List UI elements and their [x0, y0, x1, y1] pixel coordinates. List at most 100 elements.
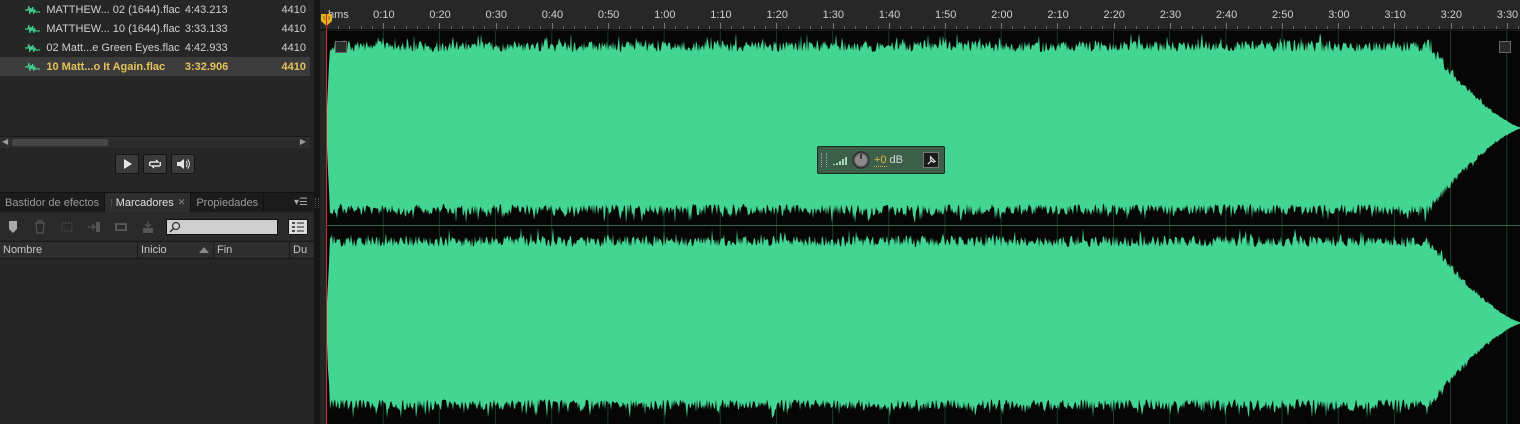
ruler-tick-label: 2:10: [1047, 9, 1069, 21]
ruler-tick-mark: [439, 23, 441, 29]
ruler-minor-tick: [1214, 26, 1216, 29]
tab-label: Propiedades: [196, 196, 259, 209]
loop-button[interactable]: [143, 154, 167, 174]
ruler-minor-tick: [753, 26, 755, 29]
ruler-tick-mark: [832, 23, 834, 29]
preview-transport: [0, 148, 310, 180]
play-button[interactable]: [115, 154, 139, 174]
ruler-tick-label: 2:20: [1103, 9, 1125, 21]
ruler-minor-tick: [798, 26, 800, 29]
delete-marker-button[interactable]: [29, 219, 51, 235]
ruler-tick-label: 1:50: [934, 9, 957, 21]
column-header-duration[interactable]: Du: [290, 242, 314, 258]
sort-ascending-icon: [199, 247, 209, 253]
ruler-tick-label: 0:50: [597, 9, 620, 21]
ruler-minor-tick: [652, 26, 654, 29]
ruler-minor-tick: [821, 26, 823, 29]
ruler-tick-mark: [776, 23, 778, 29]
ruler-minor-tick: [967, 26, 969, 29]
ruler-tick-label: 1:30: [822, 9, 845, 21]
ruler-minor-tick: [1461, 26, 1463, 29]
ruler-minor-tick: [686, 26, 688, 29]
merge-markers-button[interactable]: [56, 219, 78, 235]
ruler-tick-mark: [720, 23, 722, 29]
insert-in-playlist-button[interactable]: [83, 219, 105, 235]
speaker-icon: [177, 159, 190, 169]
ruler-minor-tick: [765, 26, 767, 29]
file-row[interactable]: MATTHEW... 10 (1644).flac 3:33.133 4410: [0, 19, 310, 38]
search-icon: [169, 221, 181, 233]
markers-search-box[interactable]: [166, 218, 278, 235]
pin-hud-button[interactable]: [923, 152, 940, 168]
files-list: MATTHEW... 02 (1644).flac 4:43.213 4410 …: [0, 0, 314, 136]
ruler-tick-label: 0:20: [429, 9, 451, 21]
ruler-minor-tick: [1248, 26, 1250, 29]
ruler-minor-tick: [731, 26, 733, 29]
file-row-selected[interactable]: 10 Matt...o It Again.flac 3:32.906 4410: [0, 57, 310, 76]
autoplay-button[interactable]: [171, 154, 195, 174]
waveform-channel-left: [326, 33, 1520, 223]
file-duration: 3:33.133: [184, 22, 228, 35]
volume-knob[interactable]: [852, 151, 870, 169]
waveform-display[interactable]: +0 dB: [326, 31, 1520, 424]
ruler-minor-tick: [484, 26, 486, 29]
time-ruler[interactable]: hms 0:10 0:20 0:30 0:40 0:50 1:00 1:10 1:20 1:30…: [320, 0, 1520, 30]
export-range-button[interactable]: [110, 219, 132, 235]
hud-grip-icon[interactable]: [821, 153, 827, 167]
tab-close-icon[interactable]: ✕: [178, 197, 186, 208]
file-sample-rate: 4410: [281, 41, 306, 54]
ruler-minor-tick: [810, 26, 812, 29]
file-row[interactable]: 02 Matt...e Green Eyes.flac 4:42.933 441…: [0, 38, 310, 57]
ruler-minor-tick: [585, 26, 587, 29]
tab-properties[interactable]: Propiedades: [191, 193, 265, 212]
scroll-right-arrow-icon[interactable]: ▶: [300, 137, 306, 146]
ruler-tick-label: 2:40: [1215, 9, 1238, 21]
ruler-minor-tick: [1102, 26, 1104, 29]
ruler-minor-tick: [1484, 26, 1486, 29]
tab-grip-icon: ⁞: [110, 197, 113, 208]
file-name: MATTHEW... 10 (1644).flac: [46, 22, 181, 35]
column-header-start[interactable]: Inicio: [138, 242, 214, 258]
files-horizontal-scrollbar[interactable]: ◀ ▶: [0, 136, 310, 148]
file-row[interactable]: MATTHEW... 02 (1644).flac 4:43.213 4410: [0, 0, 310, 19]
ruler-tick-label: 3:20: [1440, 9, 1463, 21]
ruler-minor-tick: [1259, 26, 1261, 29]
batch-icon: [143, 220, 153, 233]
ruler-minor-tick: [1158, 26, 1160, 29]
ruler-tick-mark: [944, 23, 946, 29]
file-name: 10 Matt...o It Again.flac: [46, 60, 166, 73]
channel-divider: [326, 225, 1520, 226]
ruler-minor-tick: [394, 26, 396, 29]
volume-unit: dB: [889, 154, 904, 166]
add-marker-button[interactable]: [2, 219, 24, 235]
waveform-canvas: [326, 31, 1520, 424]
marker-icon: [9, 220, 17, 233]
ruler-tick-mark: [664, 23, 666, 29]
ruler-minor-tick: [900, 26, 902, 29]
tab-markers[interactable]: ⁞ Marcadores ✕: [105, 193, 192, 212]
ruler-tick-mark: [1225, 23, 1227, 29]
ruler-minor-tick: [371, 26, 373, 29]
scroll-left-arrow-icon[interactable]: ◀: [2, 137, 8, 146]
volume-value[interactable]: +0: [874, 154, 887, 167]
ruler-tick-mark: [1113, 23, 1115, 29]
filter-options-button[interactable]: [288, 218, 308, 235]
ruler-tick-mark: [888, 23, 890, 29]
column-header-name[interactable]: Nombre: [0, 242, 138, 258]
tab-effects-rack[interactable]: Bastidor de efectos: [0, 193, 106, 212]
scrollbar-thumb[interactable]: [12, 139, 108, 146]
level-bars-icon: [833, 157, 847, 165]
ruler-minor-tick: [1360, 26, 1362, 29]
ruler-minor-tick: [428, 26, 430, 29]
ruler-minor-tick: [1428, 26, 1430, 29]
fade-in-handle[interactable]: [335, 41, 347, 53]
markers-table-header: Nombre Inicio Fin Du: [0, 241, 314, 259]
markers-search-input[interactable]: [183, 219, 275, 234]
batch-process-button[interactable]: [137, 219, 159, 235]
ruler-minor-tick: [1203, 26, 1205, 29]
ruler-minor-tick: [1023, 26, 1025, 29]
panel-menu-icon[interactable]: ▾☰: [288, 193, 314, 212]
fade-out-handle[interactable]: [1499, 41, 1511, 53]
column-header-end[interactable]: Fin: [214, 242, 290, 258]
ruler-minor-tick: [416, 26, 418, 29]
